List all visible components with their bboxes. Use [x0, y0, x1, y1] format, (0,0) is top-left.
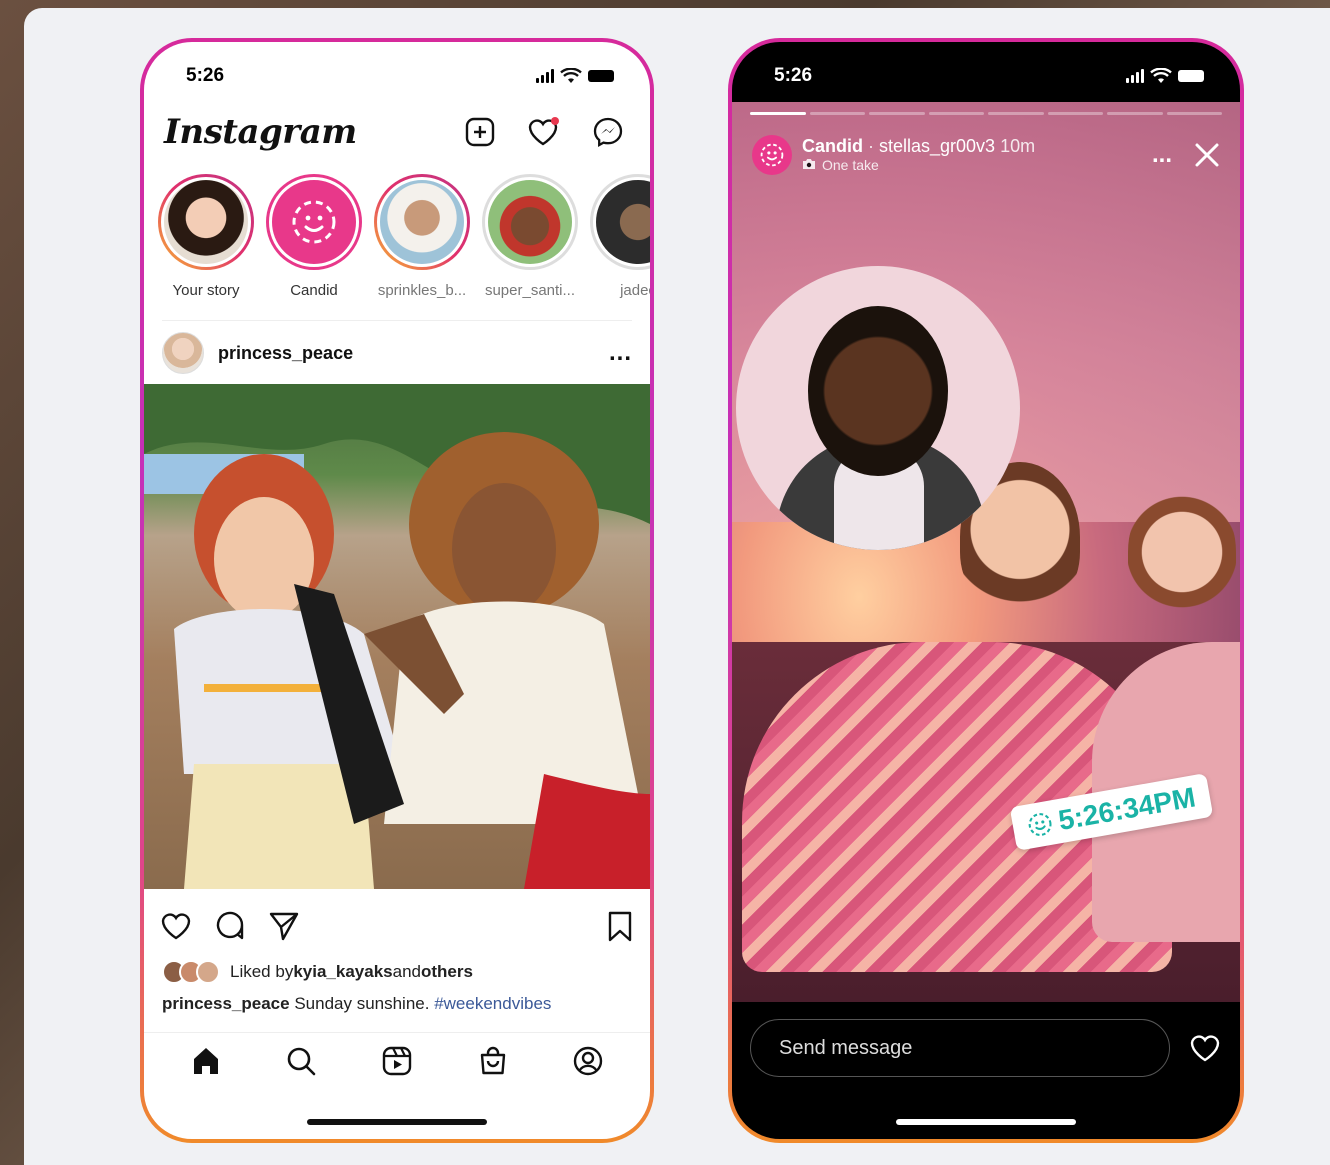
avatar[interactable]: [162, 332, 204, 374]
heart-icon[interactable]: [524, 112, 564, 152]
messenger-icon[interactable]: [588, 112, 628, 152]
status-time: 5:26: [186, 65, 225, 86]
new-post-icon[interactable]: [460, 112, 500, 152]
likes-others[interactable]: others: [421, 962, 473, 982]
feed-screen: 5:26 Instagram Your story Candid sprinkl…: [144, 42, 650, 1139]
camera-icon: [802, 157, 816, 174]
post-actions: [160, 904, 634, 948]
home-icon[interactable]: [190, 1045, 222, 1077]
post-header: princess_peace ...: [162, 320, 632, 379]
signal-icon: [536, 69, 554, 83]
likes-line: Liked by kyia_kayaks and others: [162, 960, 473, 984]
profile-icon[interactable]: [572, 1045, 604, 1077]
candid-icon: [1028, 813, 1052, 836]
status-bar: 5:26: [186, 64, 614, 88]
story-title[interactable]: Candid: [802, 136, 863, 156]
feed-phone: 5:26 Instagram Your story Candid sprinkl…: [140, 38, 654, 1143]
stories-row: Your story Candid sprinkles_b... super_s…: [158, 174, 650, 304]
comment-icon[interactable]: [214, 910, 246, 942]
story-jadec[interactable]: jadec: [590, 174, 650, 304]
post-caption: princess_peace Sunday sunshine. #weekend…: [162, 994, 552, 1013]
search-icon[interactable]: [285, 1045, 317, 1077]
story-sprinkles[interactable]: sprinkles_b...: [374, 174, 470, 304]
message-bar: Send message: [750, 1018, 1222, 1078]
story-age: 10m: [995, 135, 1036, 156]
close-icon[interactable]: [1194, 142, 1220, 168]
battery-icon: [588, 70, 614, 82]
avatar: [161, 177, 251, 267]
send-message-input[interactable]: Send message: [750, 1019, 1170, 1077]
liker-avatars: [162, 960, 220, 984]
status-time: 5:26: [774, 65, 813, 86]
caption-username[interactable]: princess_peace: [162, 994, 290, 1013]
avatar: [485, 177, 575, 267]
heart-icon[interactable]: [1188, 1032, 1222, 1064]
candid-icon: [269, 177, 359, 267]
app-header: Instagram: [164, 104, 628, 160]
bookmark-icon[interactable]: [606, 910, 634, 942]
front-camera-bubble: [736, 266, 1020, 550]
wifi-icon: [560, 68, 582, 83]
home-indicator: [307, 1119, 487, 1125]
story-your-story[interactable]: Your story: [158, 174, 254, 304]
avatar: [593, 177, 650, 267]
story-header: Candid · stellas_gr00v3 10m One take ...: [752, 130, 1220, 180]
candid-icon[interactable]: [752, 135, 792, 175]
instagram-logo: Instagram: [164, 112, 357, 152]
signal-icon: [1126, 69, 1144, 83]
bottom-tab-bar: [144, 1032, 650, 1089]
story-super-santi[interactable]: super_santi...: [482, 174, 578, 304]
post-image[interactable]: [144, 384, 650, 889]
liker-username[interactable]: kyia_kayaks: [293, 962, 392, 982]
story-candid[interactable]: Candid: [266, 174, 362, 304]
reels-icon[interactable]: [381, 1045, 413, 1077]
more-options-icon[interactable]: ...: [1152, 141, 1172, 169]
story-username[interactable]: stellas_gr00v3: [879, 136, 995, 156]
share-icon[interactable]: [268, 910, 300, 942]
story-screen: 5:26 Candid · stellas_gr00v3 10m One tak…: [732, 42, 1240, 1139]
shop-icon[interactable]: [477, 1045, 509, 1077]
like-icon[interactable]: [160, 911, 192, 941]
story-subtitle: One take: [822, 157, 879, 174]
avatar: [377, 177, 467, 267]
story-progress: [750, 112, 1222, 115]
wifi-icon: [1150, 68, 1172, 83]
story-phone: 5:26 Candid · stellas_gr00v3 10m One tak…: [728, 38, 1244, 1143]
story-photo[interactable]: [732, 102, 1240, 1002]
status-bar: 5:26: [774, 64, 1204, 88]
battery-icon: [1178, 70, 1204, 82]
hashtag-link[interactable]: #weekendvibes: [434, 994, 551, 1013]
post-username[interactable]: princess_peace: [218, 343, 353, 364]
home-indicator: [896, 1119, 1076, 1125]
more-options-icon[interactable]: ...: [609, 339, 632, 367]
